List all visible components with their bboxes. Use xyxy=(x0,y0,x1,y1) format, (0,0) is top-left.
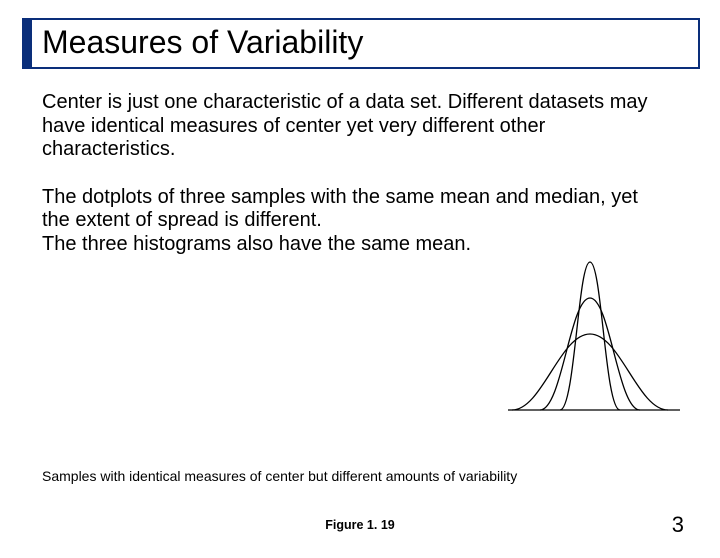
curve-narrow xyxy=(560,262,620,410)
paragraph-2: The dotplots of three samples with the s… xyxy=(42,186,670,257)
figure-caption: Samples with identical measures of cente… xyxy=(42,468,517,484)
curve-medium xyxy=(540,298,640,410)
paragraph-1: Center is just one characteristic of a d… xyxy=(42,91,670,162)
distribution-curves-figure xyxy=(490,250,690,430)
paragraph-2b: The three histograms also have the same … xyxy=(42,233,471,255)
title-box: Measures of Variability xyxy=(22,18,700,69)
curve-wide xyxy=(512,334,668,410)
paragraph-2a: The dotplots of three samples with the s… xyxy=(42,186,638,232)
page-number: 3 xyxy=(672,512,684,538)
slide-title: Measures of Variability xyxy=(42,24,688,61)
figure-label: Figure 1. 19 xyxy=(0,518,720,532)
